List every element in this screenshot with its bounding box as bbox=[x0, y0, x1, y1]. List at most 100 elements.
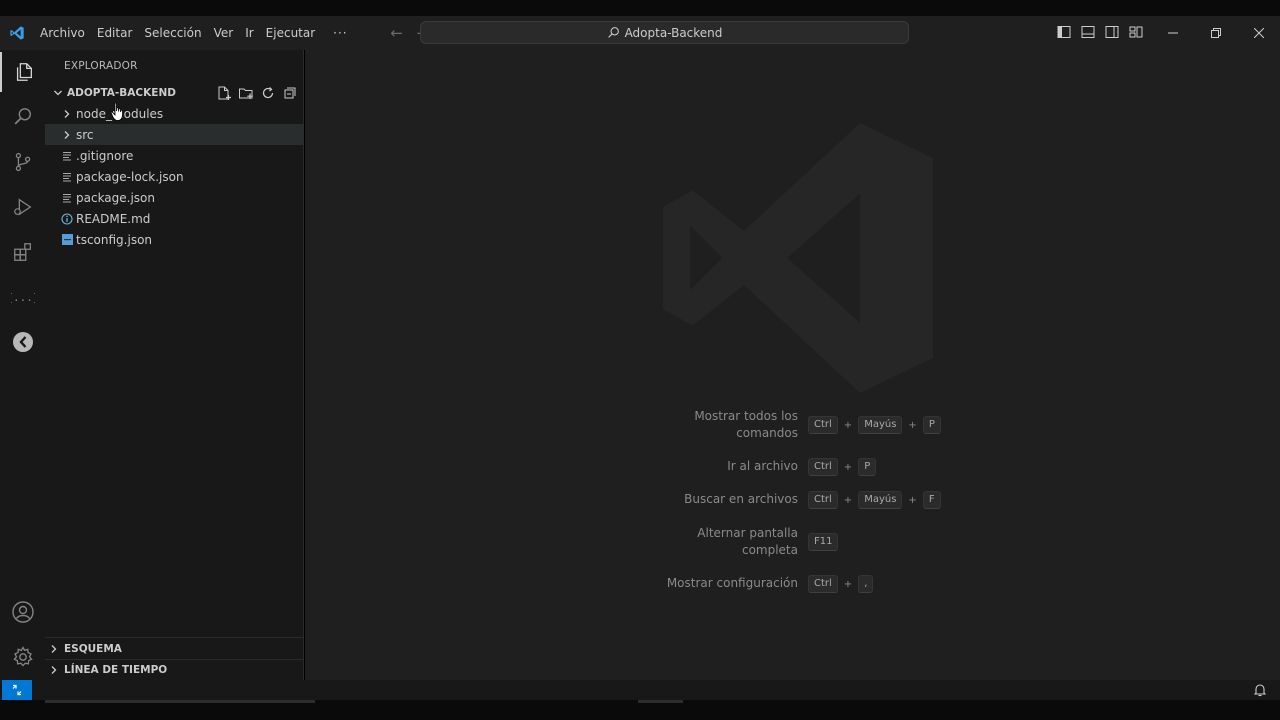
explorer-sidebar: EXPLORADOR ADOPTA-BACKEND node_modules s… bbox=[45, 50, 304, 680]
section-label: ESQUEMA bbox=[64, 642, 122, 655]
chevron-down-icon bbox=[49, 88, 67, 98]
collapse-all-icon[interactable] bbox=[282, 85, 298, 101]
vscode-watermark-icon bbox=[663, 122, 933, 397]
remote-icon bbox=[12, 684, 22, 696]
menu-archivo[interactable]: Archivo bbox=[34, 16, 91, 50]
shortcut-keys: Ctrl + , bbox=[808, 575, 874, 593]
search-activity-icon[interactable] bbox=[0, 97, 45, 137]
source-control-icon[interactable] bbox=[0, 142, 45, 182]
shortcut-keys: F11 bbox=[808, 533, 839, 551]
chevron-right-icon bbox=[61, 129, 73, 141]
svg-text:{...}: {...} bbox=[11, 291, 35, 304]
minimize-icon[interactable] bbox=[1151, 16, 1194, 50]
new-folder-icon[interactable] bbox=[238, 85, 254, 101]
horizontal-scrollbar-thumb[interactable] bbox=[638, 700, 683, 703]
tree-item-label: README.md bbox=[76, 211, 151, 226]
tree-file-tsconfig[interactable]: tsconfig.json bbox=[45, 229, 304, 250]
menu-ir[interactable]: Ir bbox=[239, 16, 259, 50]
folder-name: ADOPTA-BACKEND bbox=[67, 87, 176, 99]
customize-layout-icon[interactable] bbox=[1128, 24, 1144, 40]
toggle-primary-sidebar-icon[interactable] bbox=[1056, 24, 1072, 40]
tree-item-label: package-lock.json bbox=[76, 169, 184, 184]
settings-gear-icon[interactable] bbox=[0, 637, 45, 677]
json-tools-icon[interactable]: {...} bbox=[0, 277, 45, 317]
shortcut-label: Mostrar configuración bbox=[666, 576, 798, 590]
toggle-secondary-sidebar-icon[interactable] bbox=[1104, 24, 1120, 40]
tree-file-package-lock[interactable]: package-lock.json bbox=[45, 166, 304, 187]
layout-controls bbox=[1056, 24, 1144, 40]
menu-ejecutar[interactable]: Ejecutar bbox=[260, 16, 322, 50]
extensions-icon[interactable] bbox=[0, 232, 45, 272]
section-label: LÍNEA DE TIEMPO bbox=[64, 663, 168, 676]
new-file-icon[interactable] bbox=[216, 85, 232, 101]
menu-editar[interactable]: Editar bbox=[91, 16, 139, 50]
file-lines-icon bbox=[61, 171, 73, 183]
run-debug-icon[interactable] bbox=[0, 187, 45, 227]
key-cap: Ctrl bbox=[808, 491, 838, 509]
key-cap: Ctrl bbox=[808, 575, 838, 593]
menu-more-button[interactable]: ··· bbox=[321, 16, 359, 50]
key-cap: Mayús bbox=[858, 491, 903, 509]
restore-icon[interactable] bbox=[1194, 16, 1237, 50]
horizontal-scrollbar[interactable] bbox=[45, 700, 315, 703]
folder-actions bbox=[216, 85, 298, 101]
status-bar bbox=[0, 680, 1280, 700]
info-icon bbox=[61, 212, 73, 225]
editor-area: Mostrar todos los comandos Ctrl + Mayús + … bbox=[305, 50, 1280, 680]
section-timeline[interactable]: LÍNEA DE TIEMPO bbox=[45, 659, 304, 680]
menu-seleccion[interactable]: Selección bbox=[138, 16, 207, 50]
sidebar-title: EXPLORADOR bbox=[64, 60, 138, 72]
shortcut-keys: Ctrl + P bbox=[808, 458, 877, 476]
search-icon bbox=[607, 27, 619, 38]
typescript-file-icon bbox=[61, 234, 73, 246]
shortcut-label: Mostrar todos los comandos bbox=[694, 409, 798, 440]
shortcut-label: Alternar pantalla completa bbox=[697, 526, 798, 557]
top-letterbox bbox=[0, 0, 1280, 16]
tree-folder-node-modules[interactable]: node_modules bbox=[45, 103, 304, 124]
toggle-panel-icon[interactable] bbox=[1080, 24, 1096, 40]
tree-file-gitignore[interactable]: .gitignore bbox=[45, 145, 304, 166]
chevron-right-icon bbox=[61, 108, 73, 120]
refresh-icon[interactable] bbox=[260, 85, 276, 101]
key-cap: P bbox=[922, 416, 941, 434]
menu-bar: Archivo Editar Selección Ver Ir Ejecutar… bbox=[34, 16, 360, 50]
file-lines-icon bbox=[61, 192, 73, 204]
key-cap: F bbox=[922, 491, 941, 509]
close-icon[interactable] bbox=[1237, 16, 1280, 50]
key-cap: Ctrl bbox=[808, 458, 838, 476]
back-arrow-icon[interactable]: ← bbox=[388, 24, 406, 42]
tree-folder-src[interactable]: src bbox=[45, 124, 304, 145]
key-cap: Mayús bbox=[858, 416, 903, 434]
command-center-search[interactable]: Adopta-Backend bbox=[420, 21, 909, 44]
shortcut-keys: Ctrl + Mayús + F bbox=[808, 491, 941, 509]
tree-item-label: src bbox=[76, 127, 94, 142]
hand-cursor-icon bbox=[110, 102, 126, 125]
key-cap: P bbox=[858, 458, 877, 476]
activity-bar: {...} bbox=[0, 50, 45, 680]
file-lines-icon bbox=[61, 150, 73, 162]
notifications-bell-icon[interactable] bbox=[1253, 683, 1267, 700]
account-icon[interactable] bbox=[0, 592, 45, 632]
tree-file-readme[interactable]: README.md bbox=[45, 208, 304, 229]
key-cap: , bbox=[858, 575, 874, 593]
tree-item-label: .gitignore bbox=[76, 148, 134, 163]
search-text: Adopta-Backend bbox=[624, 25, 723, 40]
remote-indicator-button[interactable] bbox=[2, 680, 32, 700]
folder-header[interactable]: ADOPTA-BACKEND bbox=[45, 83, 304, 103]
tree-item-label: tsconfig.json bbox=[76, 232, 153, 247]
shortcut-keys: Ctrl + Mayús + P bbox=[808, 416, 941, 434]
title-bar: Archivo Editar Selección Ver Ir Ejecutar… bbox=[0, 16, 1280, 50]
chevron-right-icon bbox=[50, 665, 62, 675]
explorer-icon[interactable] bbox=[0, 52, 45, 92]
shortcut-label: Buscar en archivos bbox=[684, 492, 798, 506]
section-outline[interactable]: ESQUEMA bbox=[45, 638, 304, 659]
window-controls bbox=[1151, 16, 1280, 50]
key-cap: Ctrl bbox=[808, 416, 838, 434]
tree-item-label: package.json bbox=[76, 190, 156, 205]
vscode-logo-icon bbox=[0, 16, 34, 50]
chevron-right-icon bbox=[50, 644, 62, 654]
bottom-letterbox bbox=[0, 700, 1280, 720]
tree-file-package-json[interactable]: package.json bbox=[45, 187, 304, 208]
remote-explorer-icon[interactable] bbox=[0, 322, 45, 362]
menu-ver[interactable]: Ver bbox=[208, 16, 240, 50]
